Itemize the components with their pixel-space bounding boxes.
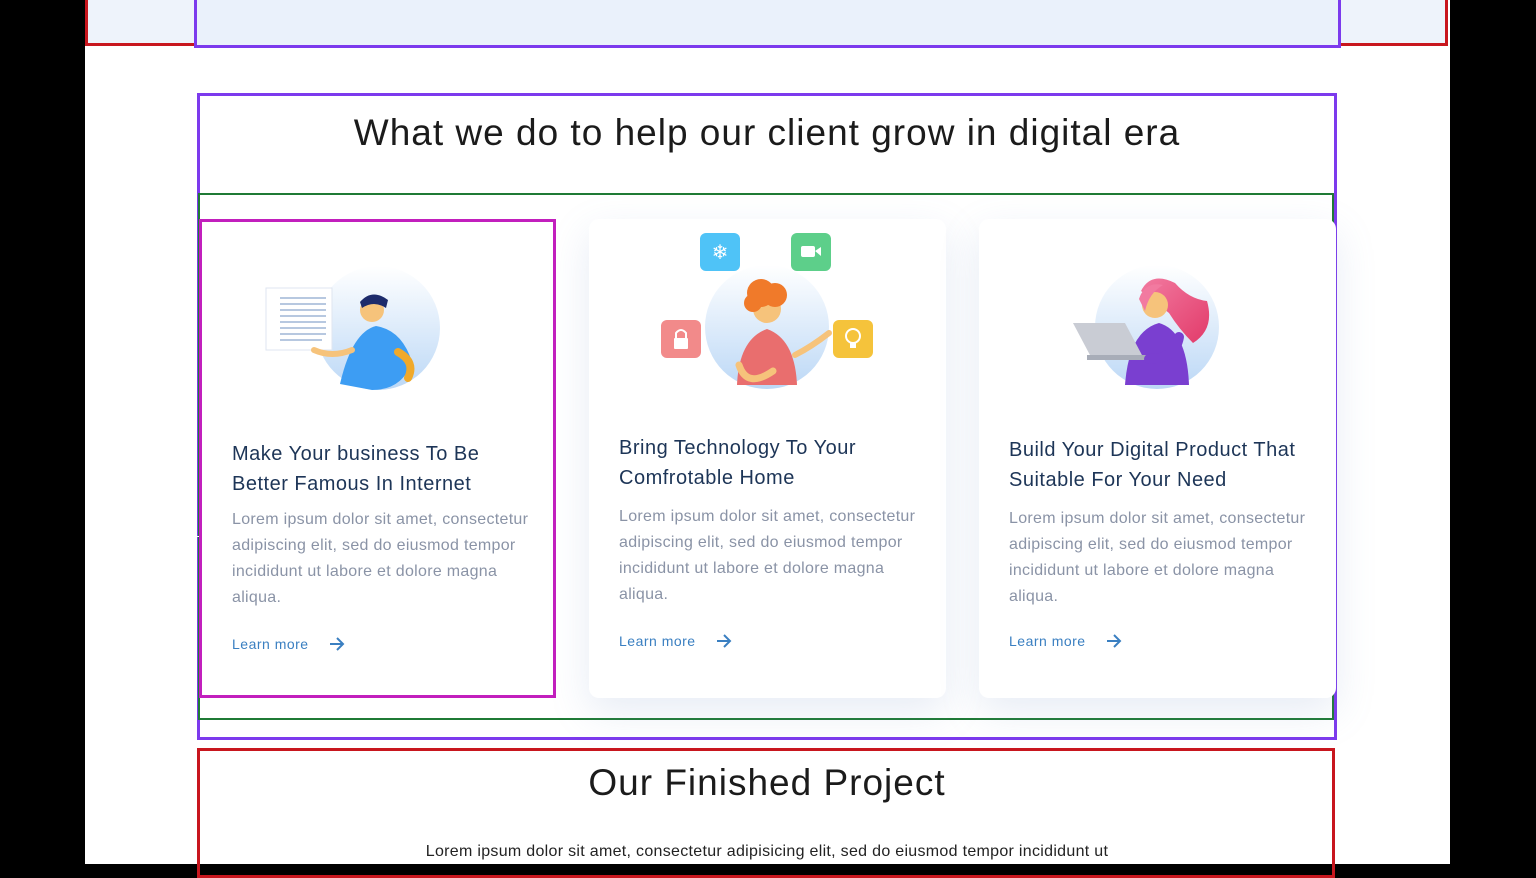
service-card: ❄ Bring Technology To Your Comfrotable H… bbox=[589, 219, 946, 698]
card-text: Lorem ipsum dolor sit amet, consectetur … bbox=[619, 508, 916, 603]
annotation-text: параграф с произвольным bbox=[100, 822, 175, 848]
learn-more-label: Learn more bbox=[619, 633, 696, 649]
man-with-document-illustration bbox=[265, 266, 440, 390]
services-title: What we do to help our client grow in di… bbox=[353, 112, 1181, 153]
service-card: Make Your business To Be Better Famous I… bbox=[199, 219, 556, 698]
woman-with-laptop-illustration bbox=[1073, 265, 1219, 389]
arrow-right-icon bbox=[716, 634, 732, 648]
card-title: Bring Technology To Your Comfrotable Hom… bbox=[619, 437, 856, 489]
annotation-text: параграф с произвольным текстом bbox=[100, 530, 175, 570]
card-text: Lorem ipsum dolor sit amet, consectetur … bbox=[1009, 510, 1306, 605]
learn-more-label: Learn more bbox=[232, 636, 309, 652]
arrow-right-icon: ⟶ bbox=[155, 461, 176, 477]
arrow-right-icon bbox=[1106, 634, 1122, 648]
learn-more-label: Learn more bbox=[1009, 633, 1086, 649]
header-outline-purple bbox=[194, 0, 1341, 48]
svg-text:❄: ❄ bbox=[712, 240, 729, 264]
projects-text: Lorem ipsum dolor sit amet, consectetur … bbox=[425, 843, 1109, 860]
card-title: Make Your business To Be Better Famous I… bbox=[232, 443, 480, 495]
arrow-right-icon: ⟶ bbox=[155, 134, 176, 150]
service-card: Build Your Digital Product That Suitable… bbox=[979, 219, 1336, 698]
projects-title: Our Finished Project bbox=[588, 762, 946, 803]
card-title: Build Your Digital Product That Suitable… bbox=[1009, 439, 1296, 491]
annotation-h4: h4 из дз1 ⟶ bbox=[100, 462, 175, 476]
card-text: Lorem ipsum dolor sit amet, consectetur … bbox=[232, 511, 529, 606]
arrow-right-icon bbox=[329, 637, 345, 651]
lightbulb-icon bbox=[833, 320, 873, 358]
learn-more-link[interactable]: Learn more bbox=[232, 636, 345, 652]
annotation-text: h3 из дз1 bbox=[100, 136, 148, 148]
smart-home-illustration: ❄ bbox=[661, 233, 873, 389]
annotation-h3: h3 из дз1 ⟶ bbox=[100, 135, 175, 149]
learn-more-link[interactable]: Learn more bbox=[619, 633, 732, 649]
learn-more-link[interactable]: Learn more bbox=[1009, 633, 1122, 649]
annotation-text: h4 из дз1 bbox=[100, 463, 148, 475]
